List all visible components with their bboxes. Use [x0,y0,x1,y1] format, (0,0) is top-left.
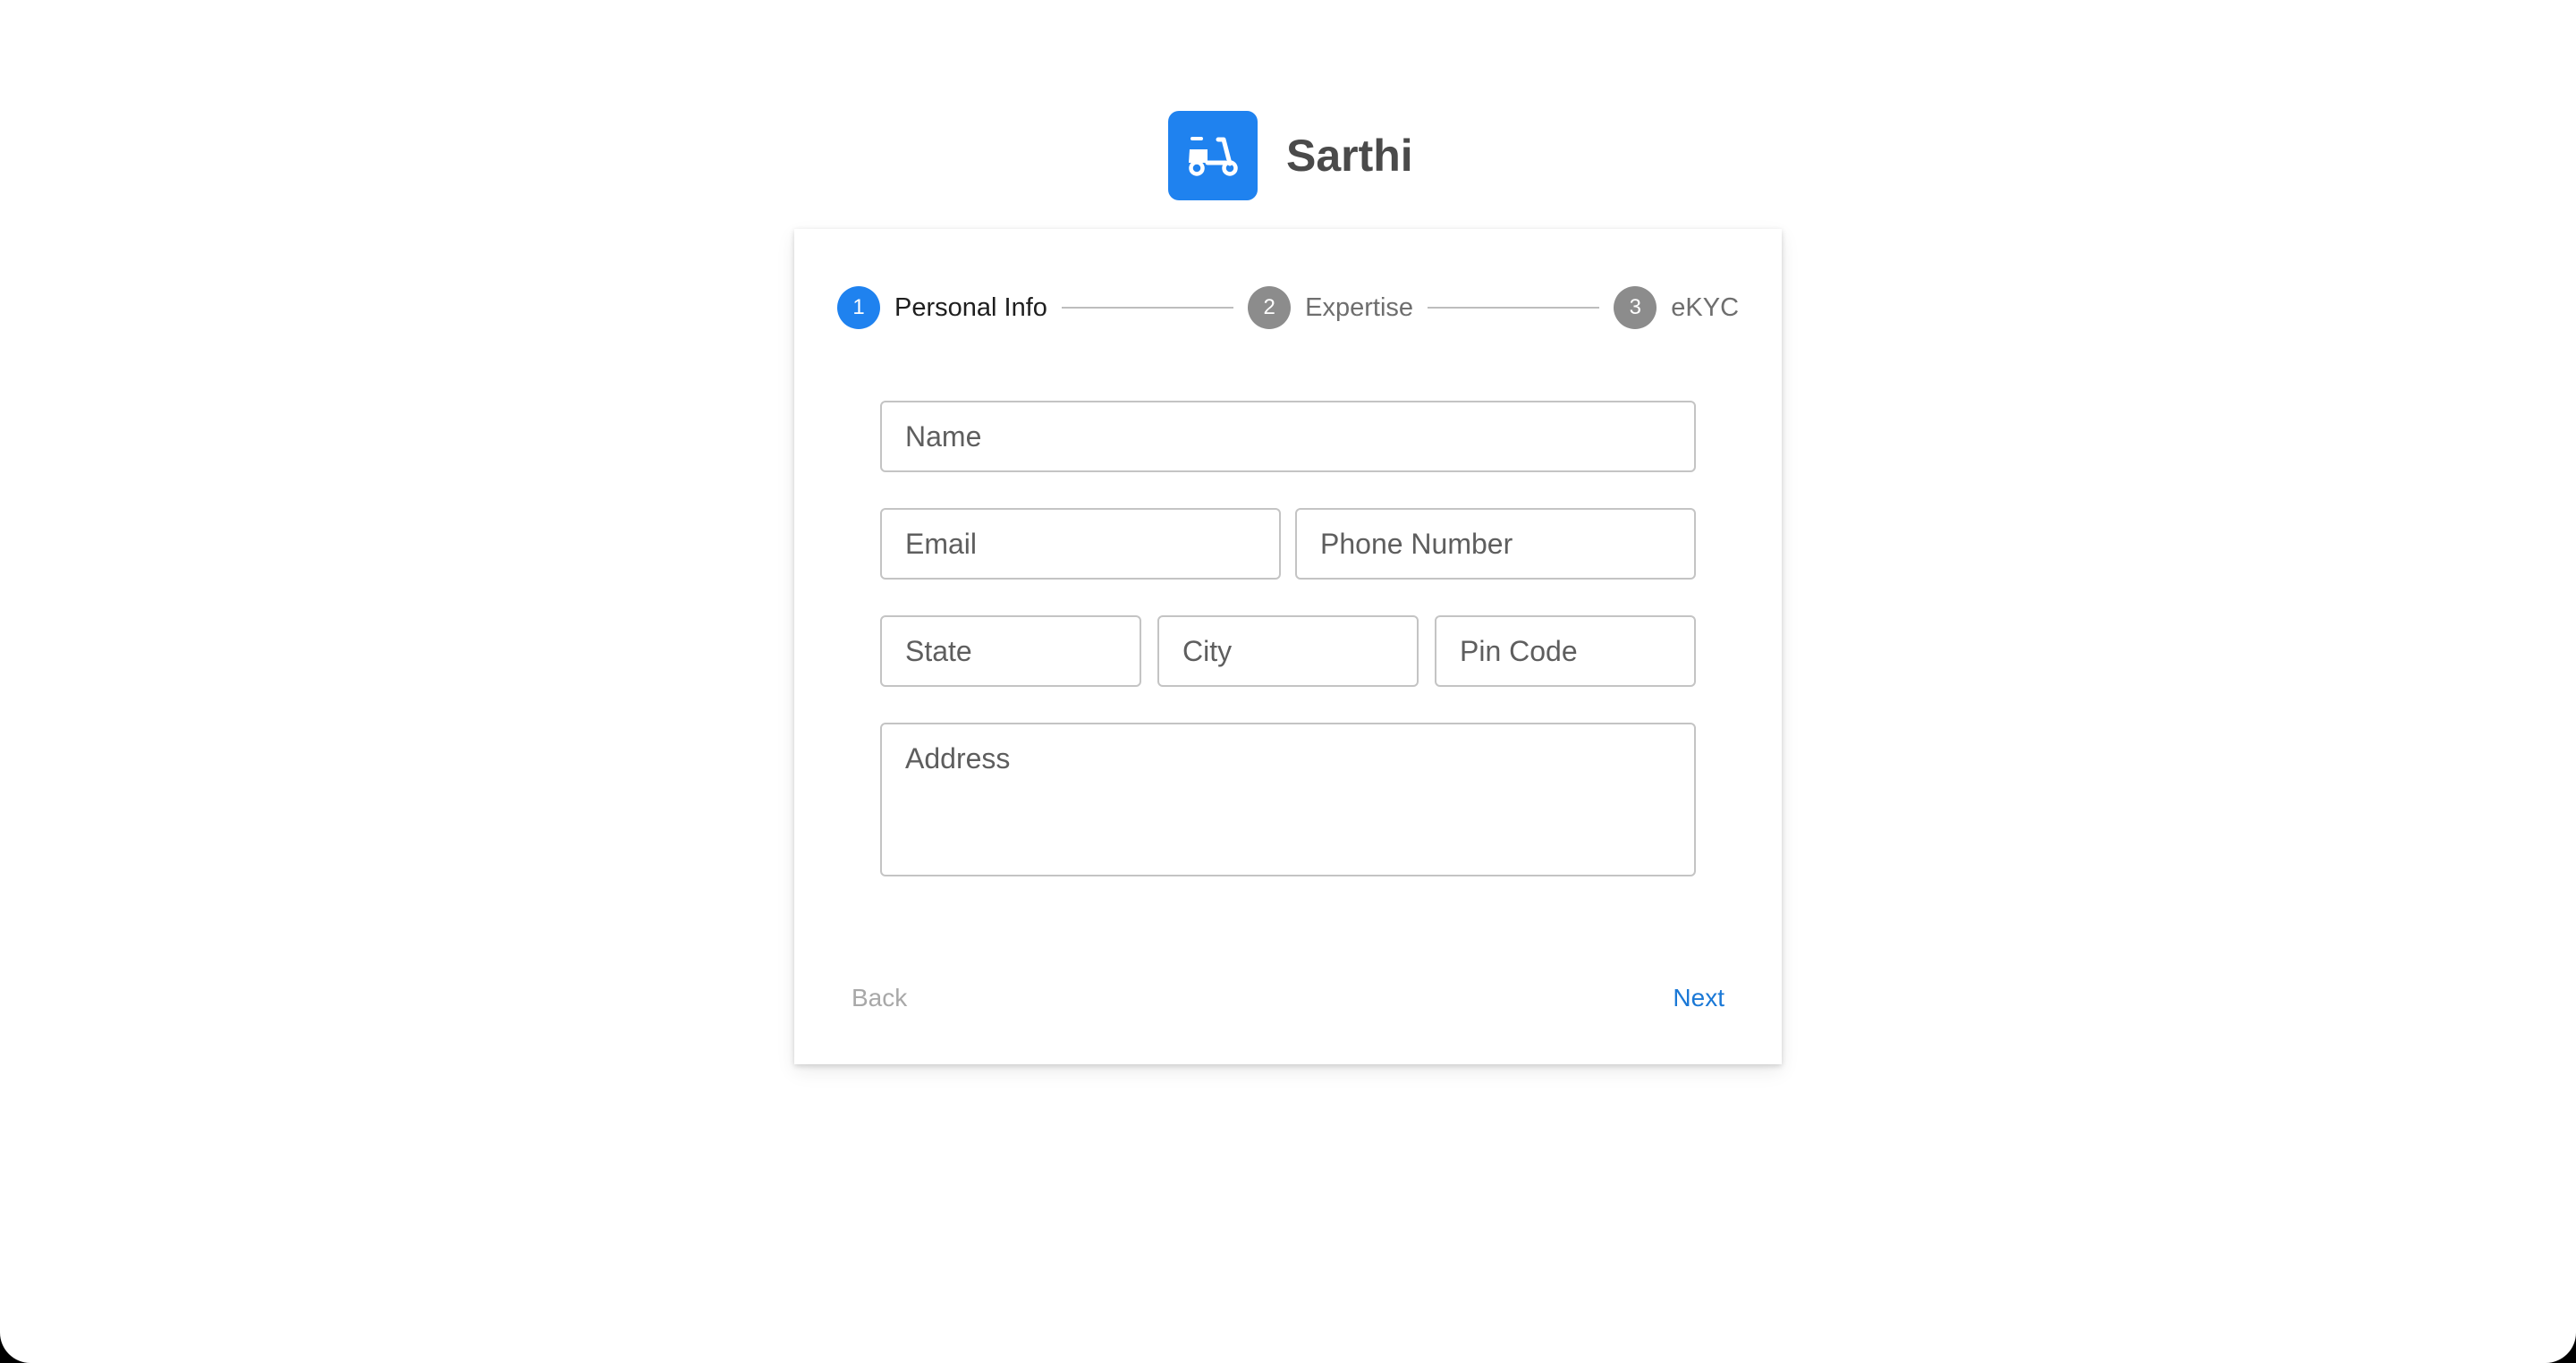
step-label: eKYC [1671,292,1740,322]
step-number: 2 [1248,286,1292,329]
pin-code-input[interactable] [1435,615,1696,687]
step-connector [1061,307,1234,309]
step-label: Personal Info [894,292,1047,322]
stepper: 1 Personal Info 2 Expertise 3 eKYC [837,286,1739,329]
app-screen: Sarthi 1 Personal Info 2 Expertise 3 eKY… [0,0,2576,1363]
app-logo [1168,111,1258,200]
next-button[interactable]: Next [1658,969,1739,1027]
city-input[interactable] [1157,615,1419,687]
email-input[interactable] [880,508,1281,580]
step-connector [1428,307,1600,309]
phone-number-input[interactable] [1295,508,1696,580]
step-ekyc: 3 eKYC [1614,286,1739,329]
address-textarea[interactable] [880,723,1696,876]
step-expertise: 2 Expertise [1248,286,1413,329]
state-input[interactable] [880,615,1141,687]
back-button[interactable]: Back [837,969,921,1027]
brand-header: Sarthi [1168,111,1413,200]
step-label: Expertise [1305,292,1414,322]
step-number: 1 [837,286,880,329]
name-input[interactable] [880,401,1696,472]
registration-card: 1 Personal Info 2 Expertise 3 eKYC Back … [794,229,1782,1064]
step-number: 3 [1614,286,1657,329]
step-personal-info: 1 Personal Info [837,286,1047,329]
scooter-icon [1189,137,1238,176]
app-title: Sarthi [1286,131,1413,181]
